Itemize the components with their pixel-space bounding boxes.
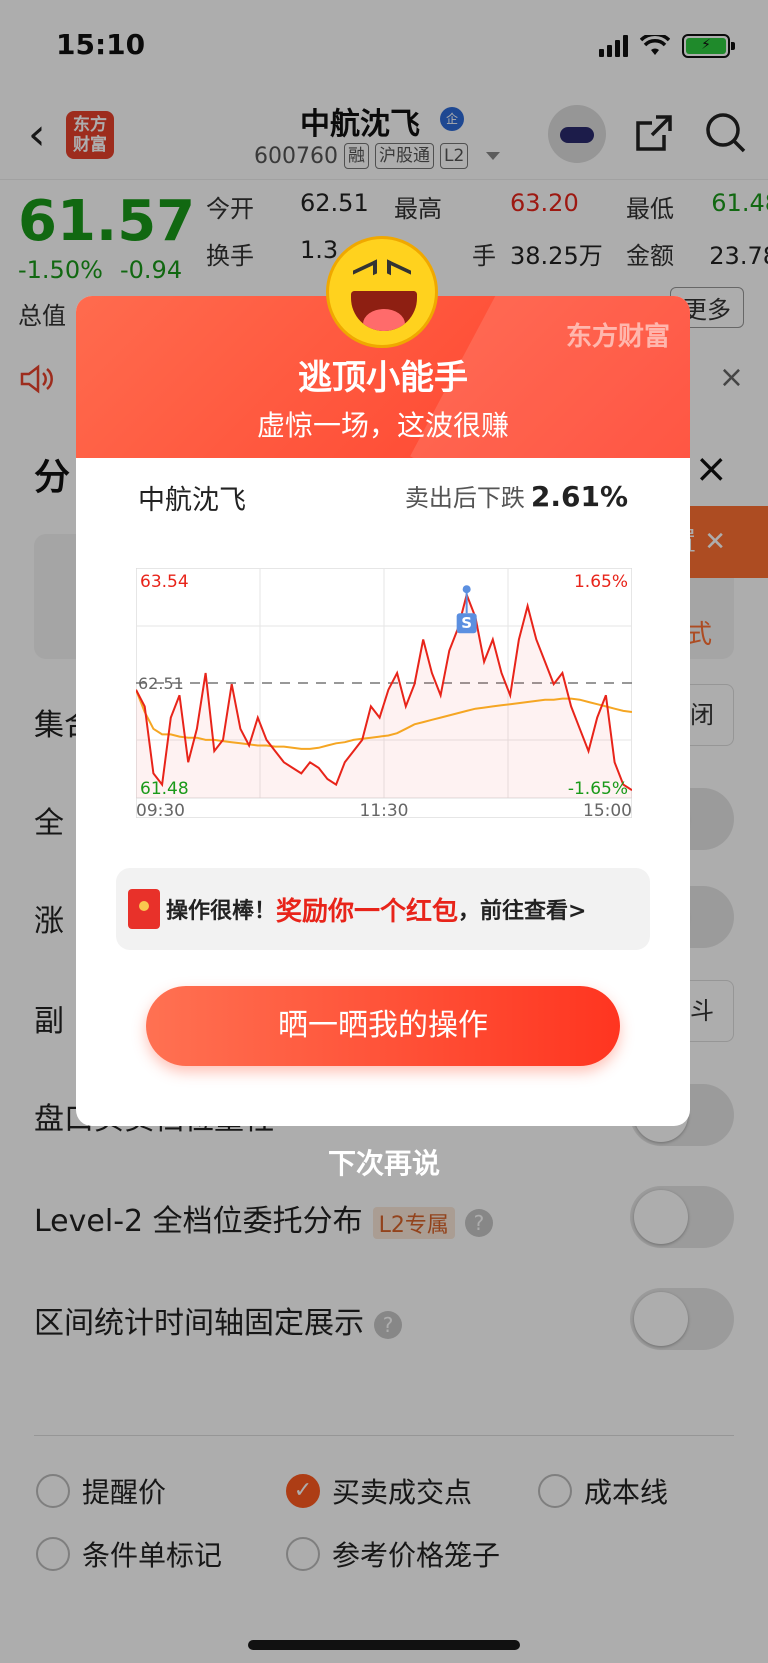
y-max-label: 63.54 xyxy=(140,572,189,592)
drop-value: 2.61% xyxy=(530,480,628,513)
pct-max-label: 1.65% xyxy=(574,572,628,592)
chart-stock-name: 中航沈飞 xyxy=(138,485,246,516)
share-operation-button[interactable]: 晒一晒我的操作 xyxy=(146,986,620,1066)
x-tick-label: 11:30 xyxy=(360,801,409,818)
dialog-title: 逃顶小能手 xyxy=(298,358,468,398)
brand-watermark: 东方财富 xyxy=(565,322,670,352)
y-min-label: 61.48 xyxy=(140,779,189,799)
intraday-chart: S 63.54 62.51 61.48 1.65% -1.65% 09:30 1… xyxy=(136,568,632,818)
maybe-later-button[interactable]: 下次再说 xyxy=(0,1142,768,1182)
x-tick-label: 09:30 xyxy=(136,801,185,818)
drop-after-sell: 卖出后下跌 2.61% xyxy=(404,480,628,513)
x-tick-label: 15:00 xyxy=(583,801,632,818)
red-envelope-icon xyxy=(128,889,160,929)
pct-min-label: -1.65% xyxy=(568,779,628,799)
laughing-emoji-icon xyxy=(326,236,438,348)
y-ref-label: 62.51 xyxy=(138,674,184,693)
dialog-subtitle: 虚惊一场，这波很赚 xyxy=(256,409,509,442)
sell-point-marker[interactable]: S xyxy=(456,585,477,634)
sell-marker-label: S xyxy=(461,614,472,632)
home-indicator[interactable] xyxy=(248,1640,520,1650)
reward-banner[interactable]: 操作很棒！ 奖励你一个红包 ，前往查看> xyxy=(116,868,650,950)
achievement-dialog: 东方财富 逃顶小能手 虚惊一场，这波很赚 中航沈飞 卖出后下跌 2.61% S 6… xyxy=(76,296,690,1126)
